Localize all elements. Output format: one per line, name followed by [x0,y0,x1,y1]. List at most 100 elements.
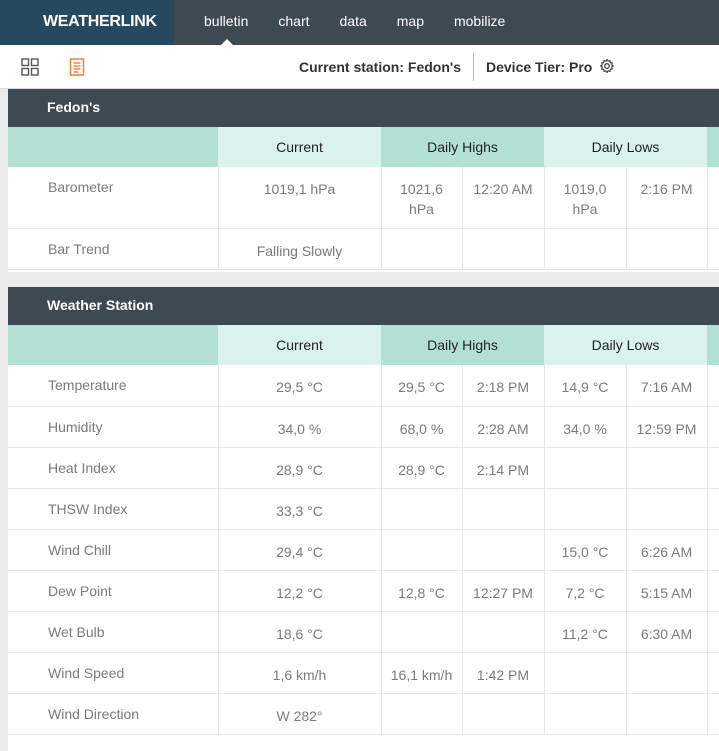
row-label: THSW Index [8,488,219,530]
nav-mobilize[interactable]: mobilize [439,0,520,45]
table-row: Barometer 1019,1 hPa 1021,6 hPa 12:20 AM… [8,167,719,229]
current-station-label: Current station: Fedon's [299,59,461,75]
low-value: 14,9 °C [544,365,627,407]
low-value: 1019,0 hPa [544,167,627,229]
low-time: 12:59 PM [626,406,708,448]
low-value: 11,2 °C [544,611,627,653]
panel-title: Weather Station [8,287,719,325]
low-time: 5:15 AM [626,570,708,612]
low-value: 15,0 °C [544,529,627,571]
high-value [381,693,463,735]
spacer-cell [707,365,719,407]
high-value [381,611,463,653]
high-value [381,228,463,270]
low-time [626,488,708,530]
spacer-cell [707,228,719,270]
current-value: 1,6 km/h [218,652,382,694]
low-time: 6:30 AM [626,611,708,653]
header-current: Current [218,325,381,365]
header-daily-highs: Daily Highs [381,325,544,365]
spacer-cell [707,488,719,530]
high-time [462,228,545,270]
header-daily-highs: Daily Highs [381,127,544,167]
high-value: 1021,6 hPa [381,167,463,229]
main-nav: bulletin chart data map mobilize [174,0,520,45]
row-label: Humidity [8,406,219,448]
toolbar-divider [473,53,474,81]
table-row: THSW Index 33,3 °C [8,488,719,530]
current-value: 28,9 °C [218,447,382,489]
nav-data[interactable]: data [325,0,382,45]
low-value [544,228,627,270]
nav-chart[interactable]: chart [263,0,324,45]
current-value: 29,4 °C [218,529,382,571]
table-row: Wind Direction W 282° [8,693,719,735]
panel-weather-station: Weather Station Current Daily Highs Dail… [8,287,719,751]
document-view-icon[interactable] [68,58,86,76]
header-current: Current [218,127,381,167]
high-time: 2:14 PM [462,447,545,489]
nav-map[interactable]: map [382,0,439,45]
low-time: 2:16 PM [626,167,708,229]
spacer-cell [707,447,719,489]
current-value: 29,5 °C [218,365,382,407]
spacer-cell [707,167,719,229]
high-time [462,488,545,530]
row-label: Heat Index [8,447,219,489]
spacer-cell [707,652,719,694]
low-value [544,693,627,735]
high-time: 2:18 PM [462,365,545,407]
current-value: 34,0 % [218,406,382,448]
low-value [544,488,627,530]
low-time [626,228,708,270]
high-value: 68,0 % [381,406,463,448]
table-row: Temperature 29,5 °C 29,5 °C 2:18 PM 14,9 °C 7… [8,365,719,407]
high-time [462,693,545,735]
high-value: 16,1 km/h [381,652,463,694]
high-value: 28,9 °C [381,447,463,489]
spacer-cell [707,611,719,653]
panel-fedons: Fedon's Current Daily Highs Daily Lows B… [8,89,719,272]
weather-station-table: Current Daily Highs Daily Lows Temperatu… [8,325,719,735]
row-label: Barometer [8,167,219,229]
low-value: 34,0 % [544,406,627,448]
row-label: Temperature [8,365,219,407]
low-value [544,447,627,489]
low-time [626,447,708,489]
gear-icon[interactable] [599,58,615,74]
spacer-cell [707,529,719,571]
header-blank [8,127,218,167]
weatherlink-logo[interactable]: WEATHERLINK [0,0,174,45]
low-time: 7:16 AM [626,365,708,407]
row-label: Wet Bulb [8,611,219,653]
current-value: 1019,1 hPa [218,167,382,229]
row-label: Dew Point [8,570,219,612]
header-daily-lows: Daily Lows [544,325,708,365]
table-row: Humidity 34,0 % 68,0 % 2:28 AM 34,0 % 12:59 P… [8,406,719,448]
spacer-cell [707,406,719,448]
device-tier-label: Device Tier: Pro [486,59,593,75]
current-value: 18,6 °C [218,611,382,653]
spacer-cell [707,693,719,735]
high-time: 12:27 PM [462,570,545,612]
low-value: 7,2 °C [544,570,627,612]
table-row: Heat Index 28,9 °C 28,9 °C 2:14 PM [8,447,719,489]
top-bar: WEATHERLINK bulletin chart data map mobi… [0,0,719,45]
table-row: Wind Chill 29,4 °C 15,0 °C 6:26 AM [8,529,719,571]
low-time [626,652,708,694]
table-row: Wet Bulb 18,6 °C 11,2 °C 6:30 AM [8,611,719,653]
row-label: Wind Chill [8,529,219,571]
header-daily-lows: Daily Lows [544,127,708,167]
header-extra [707,127,719,167]
high-time: 2:28 AM [462,406,545,448]
high-value: 29,5 °C [381,365,463,407]
high-time [462,611,545,653]
row-label: Bar Trend [8,228,219,270]
low-value [544,652,627,694]
current-value: 12,2 °C [218,570,382,612]
current-value: Falling Slowly [218,228,382,270]
table-row: Wind Speed 1,6 km/h 16,1 km/h 1:42 PM [8,652,719,694]
low-time [626,693,708,735]
grid-view-icon[interactable] [21,58,39,76]
nav-bulletin[interactable]: bulletin [174,0,263,45]
